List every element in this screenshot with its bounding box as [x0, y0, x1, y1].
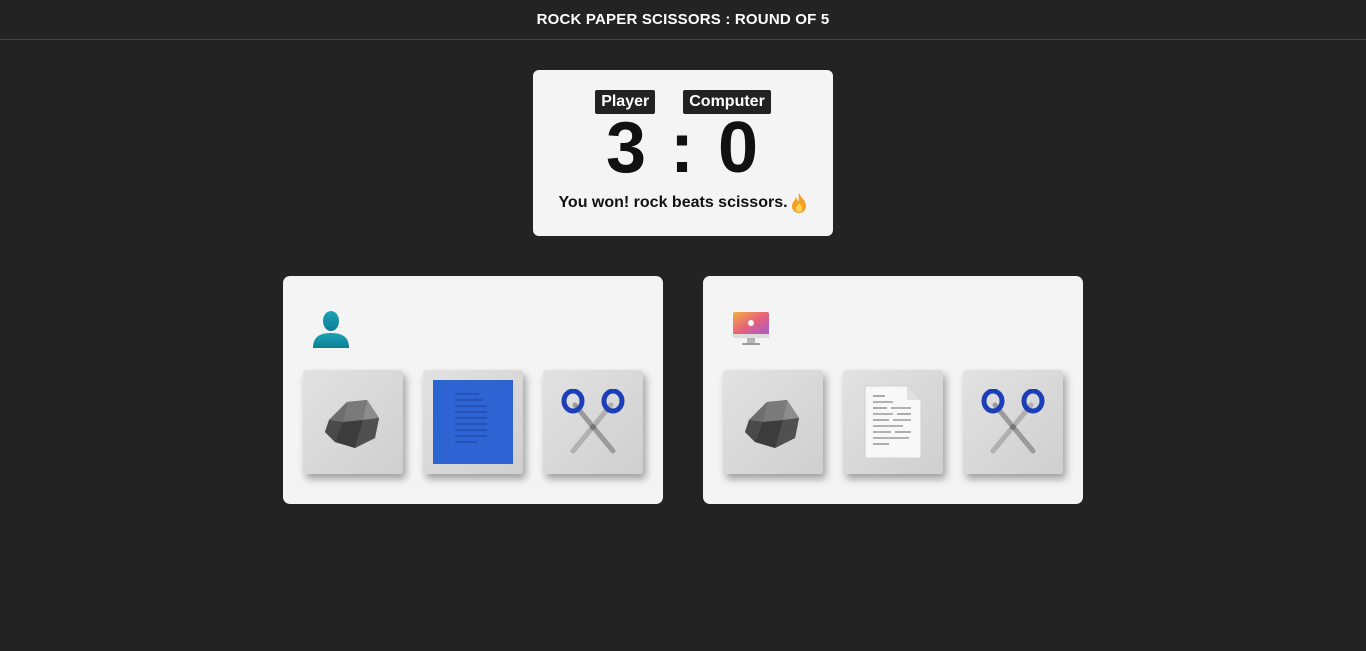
player-paper-button[interactable] — [423, 370, 523, 474]
result-text: You won! rock beats scissors. — [558, 194, 788, 211]
computer-choices — [723, 370, 1063, 474]
score-separator: : — [670, 108, 696, 188]
player-scissors-button[interactable] — [543, 370, 643, 474]
computer-scissors-button[interactable] — [963, 370, 1063, 474]
scissors-icon — [561, 389, 625, 454]
player-choices — [303, 370, 643, 474]
desktop-computer-icon — [733, 312, 769, 345]
round-result-message: You won! rock beats scissors. — [533, 192, 833, 214]
scissors-icon — [981, 389, 1045, 454]
page-title: ROCK PAPER SCISSORS : ROUND OF 5 — [536, 11, 830, 28]
player-rock-button[interactable] — [303, 370, 403, 474]
user-icon — [313, 311, 349, 348]
paper-blue-icon — [433, 380, 513, 464]
fire-icon — [791, 193, 806, 213]
rock-icon — [325, 400, 379, 448]
player-score: 3 — [605, 108, 648, 188]
scoreboard: Player Computer 3 : 0 You won! rock beat… — [533, 70, 833, 236]
computer-score: 0 — [718, 108, 761, 188]
computer-panel — [703, 276, 1083, 504]
page-header: ROCK PAPER SCISSORS : ROUND OF 5 — [0, 0, 1366, 40]
player-panel — [283, 276, 663, 504]
computer-paper-button[interactable] — [843, 370, 943, 474]
score-display: 3 : 0 — [533, 108, 833, 188]
paper-document-icon — [864, 385, 922, 459]
computer-rock-button[interactable] — [723, 370, 823, 474]
rock-icon — [745, 400, 799, 448]
